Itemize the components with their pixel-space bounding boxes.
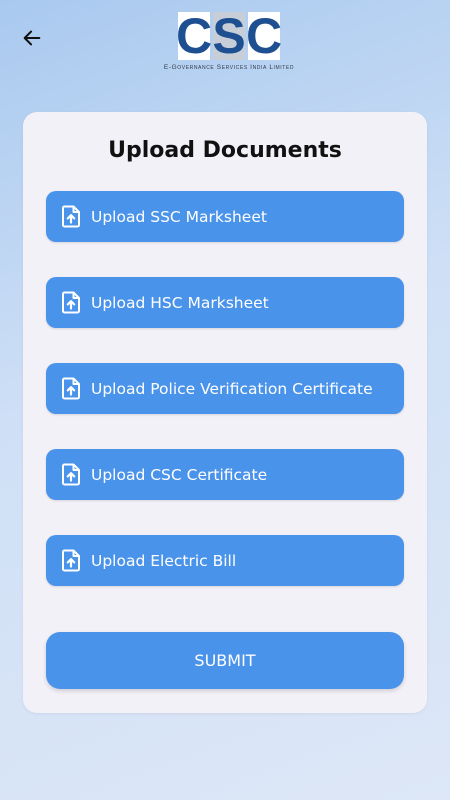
file-upload-icon <box>60 291 82 315</box>
upload-hsc-marksheet-button[interactable]: Upload HSC Marksheet <box>46 277 404 328</box>
upload-button-label: Upload HSC Marksheet <box>91 293 269 312</box>
upload-button-label: Upload CSC Certificate <box>91 465 268 484</box>
upload-electric-bill-button[interactable]: Upload Electric Bill <box>46 535 404 586</box>
submit-button[interactable]: SUBMIT <box>46 632 404 689</box>
csc-logo: C S C E-Governance Services India Limite… <box>140 8 318 74</box>
file-upload-icon <box>60 205 82 229</box>
logo-letters: C S C <box>175 8 283 64</box>
upload-ssc-marksheet-button[interactable]: Upload SSC Marksheet <box>46 191 404 242</box>
file-upload-icon <box>60 463 82 487</box>
upload-button-label: Upload Police Verification Certificate <box>91 379 373 398</box>
logo-letter: S <box>212 8 246 64</box>
upload-police-verification-button[interactable]: Upload Police Verification Certificate <box>46 363 404 414</box>
logo-letter: C <box>245 8 283 64</box>
upload-csc-certificate-button[interactable]: Upload CSC Certificate <box>46 449 404 500</box>
page-title: Upload Documents <box>108 138 342 163</box>
logo-letter: C <box>175 8 213 64</box>
arrow-left-icon <box>21 27 43 53</box>
upload-button-label: Upload Electric Bill <box>91 551 237 570</box>
back-button[interactable] <box>18 26 46 54</box>
upload-documents-card: Upload Documents Upload SSC Marksheet Up… <box>23 112 427 713</box>
file-upload-icon <box>60 549 82 573</box>
upload-button-label: Upload SSC Marksheet <box>91 207 267 226</box>
file-upload-icon <box>60 377 82 401</box>
logo-tagline: E-Governance Services India Limited <box>163 64 295 71</box>
